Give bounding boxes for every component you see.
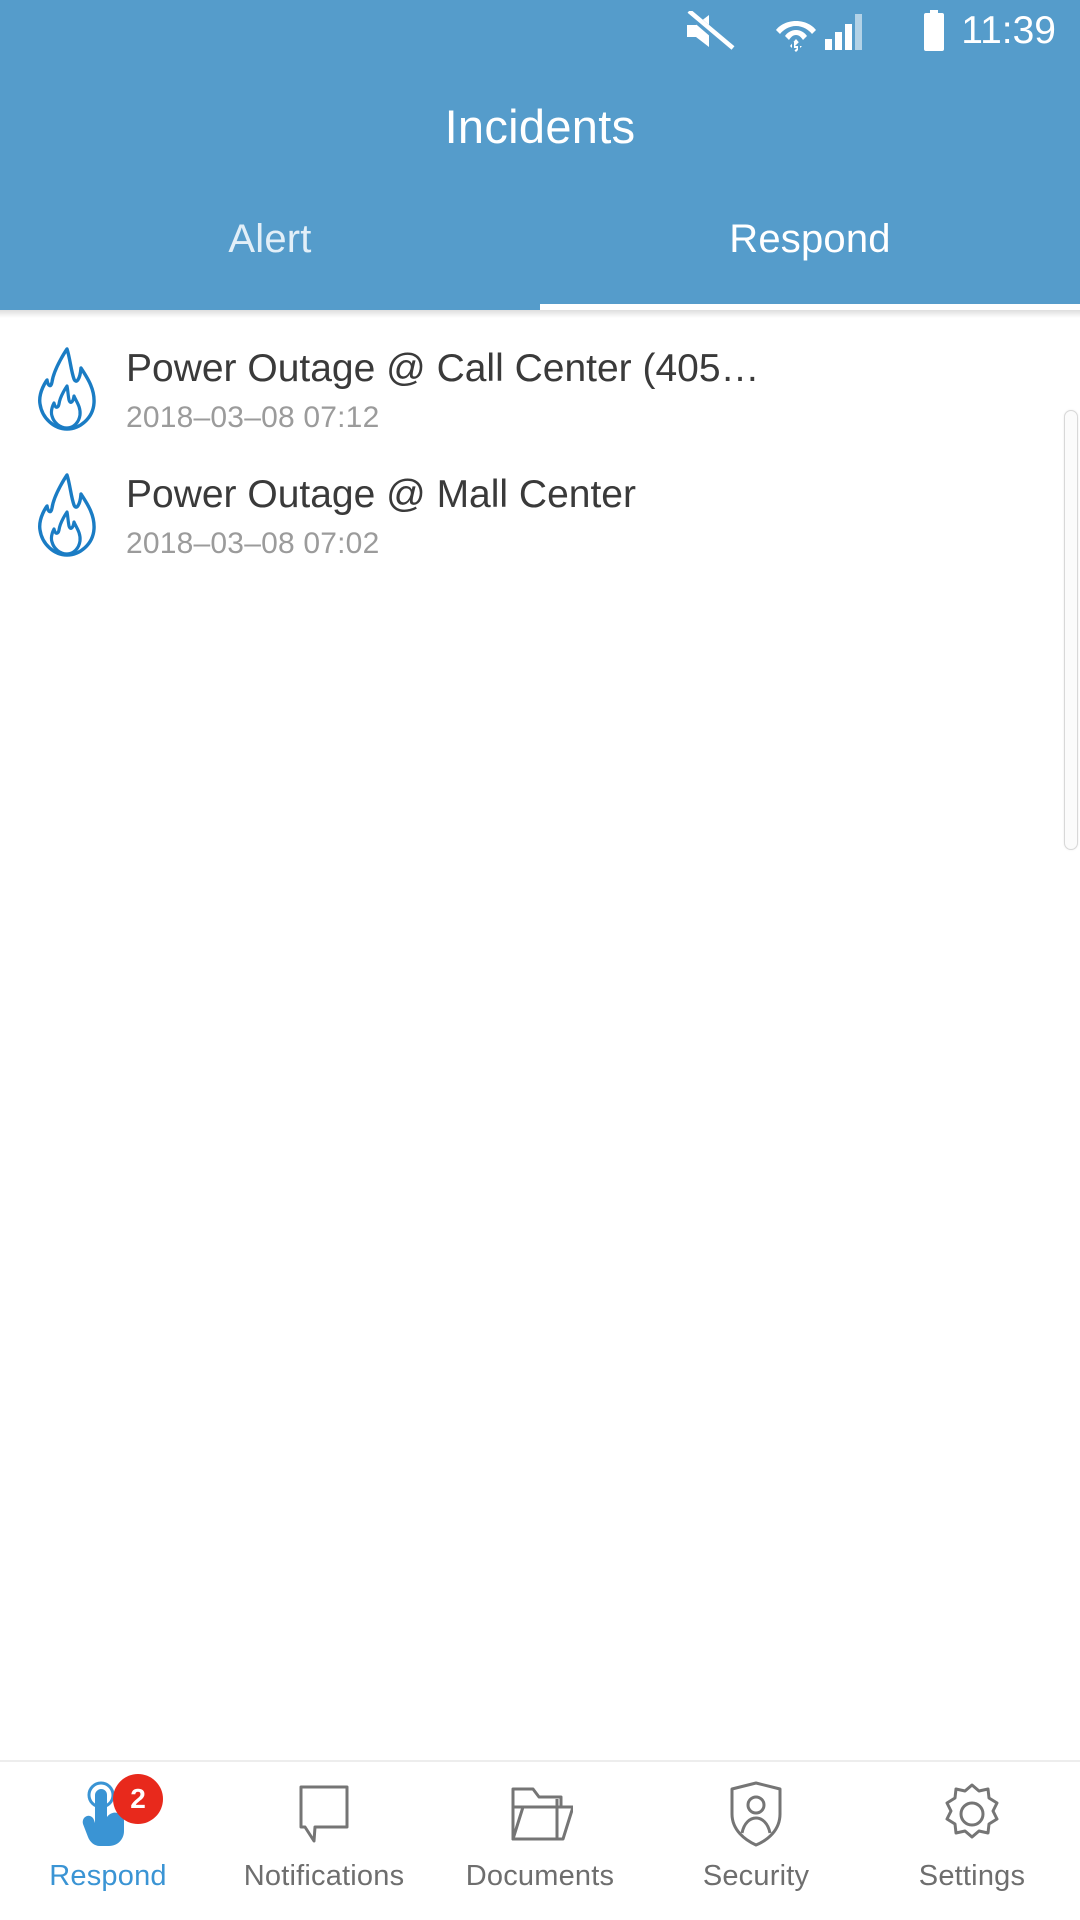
folder-icon (497, 1778, 583, 1850)
speech-bubble-icon (281, 1778, 367, 1850)
incident-list[interactable]: Power Outage @ Call Center (405 Bou… 201… (0, 310, 1080, 580)
nav-label-documents: Documents (465, 1860, 615, 1892)
nav-label-security: Security (702, 1860, 810, 1892)
nav-item-respond[interactable]: 2 Respond (0, 1762, 216, 1920)
list-item-text: Power Outage @ Call Center (405 Bou… 201… (126, 342, 1050, 440)
nav-badge-respond: 2 (113, 1774, 163, 1824)
nav-item-documents[interactable]: Documents (432, 1762, 648, 1920)
incident-title: Power Outage @ Mall Center (126, 473, 636, 516)
list-item[interactable]: Power Outage @ Call Center (405 Bou… 201… (0, 328, 1080, 454)
list-item-text: Power Outage @ Mall Center 2018–03–08 07… (126, 468, 1050, 566)
app-bar: 11:39 Incidents Alert Respond (0, 0, 1080, 310)
incident-timestamp: 2018–03–08 07:02 (126, 527, 380, 560)
tab-bar: Alert Respond (0, 190, 1080, 310)
vertical-scrollbar[interactable] (1064, 410, 1078, 850)
app-screen: 11:39 Incidents Alert Respond Power Outa… (0, 0, 1080, 1920)
battery-icon (919, 9, 949, 53)
nav-item-security[interactable]: Security (648, 1762, 864, 1920)
nav-label-settings: Settings (918, 1860, 1026, 1892)
status-bar-clock: 11:39 (961, 9, 1056, 52)
flame-icon (30, 342, 104, 431)
bottom-navigation-bar: 2 Respond Notifications Documents Securi… (0, 1760, 1080, 1920)
gear-icon (929, 1778, 1015, 1850)
mute-icon (679, 9, 741, 53)
scrollbar-thumb[interactable] (1064, 410, 1078, 850)
app-bar-title-row: Incidents (0, 62, 1080, 190)
flame-icon (30, 468, 104, 557)
nav-item-notifications[interactable]: Notifications (216, 1762, 432, 1920)
status-bar: 11:39 (0, 0, 1080, 62)
tab-respond[interactable]: Respond (540, 190, 1080, 310)
cellular-signal-icon (823, 9, 867, 53)
tab-respond-label: Respond (729, 216, 891, 261)
tap-hand-icon: 2 (65, 1774, 163, 1850)
incident-timestamp: 2018–03–08 07:12 (126, 401, 380, 434)
wifi-icon (773, 9, 819, 53)
list-item[interactable]: Power Outage @ Mall Center 2018–03–08 07… (0, 454, 1080, 580)
tab-alert[interactable]: Alert (0, 190, 540, 310)
tab-alert-label: Alert (228, 216, 312, 261)
nav-label-notifications: Notifications (243, 1860, 405, 1892)
incident-list-container: Power Outage @ Call Center (405 Bou… 201… (0, 310, 1080, 1760)
incident-title: Power Outage @ Call Center (405 Bou… (126, 347, 766, 390)
nav-item-settings[interactable]: Settings (864, 1762, 1080, 1920)
nav-label-respond: Respond (49, 1860, 167, 1892)
shield-person-icon (713, 1778, 799, 1850)
page-title: Incidents (444, 99, 636, 153)
